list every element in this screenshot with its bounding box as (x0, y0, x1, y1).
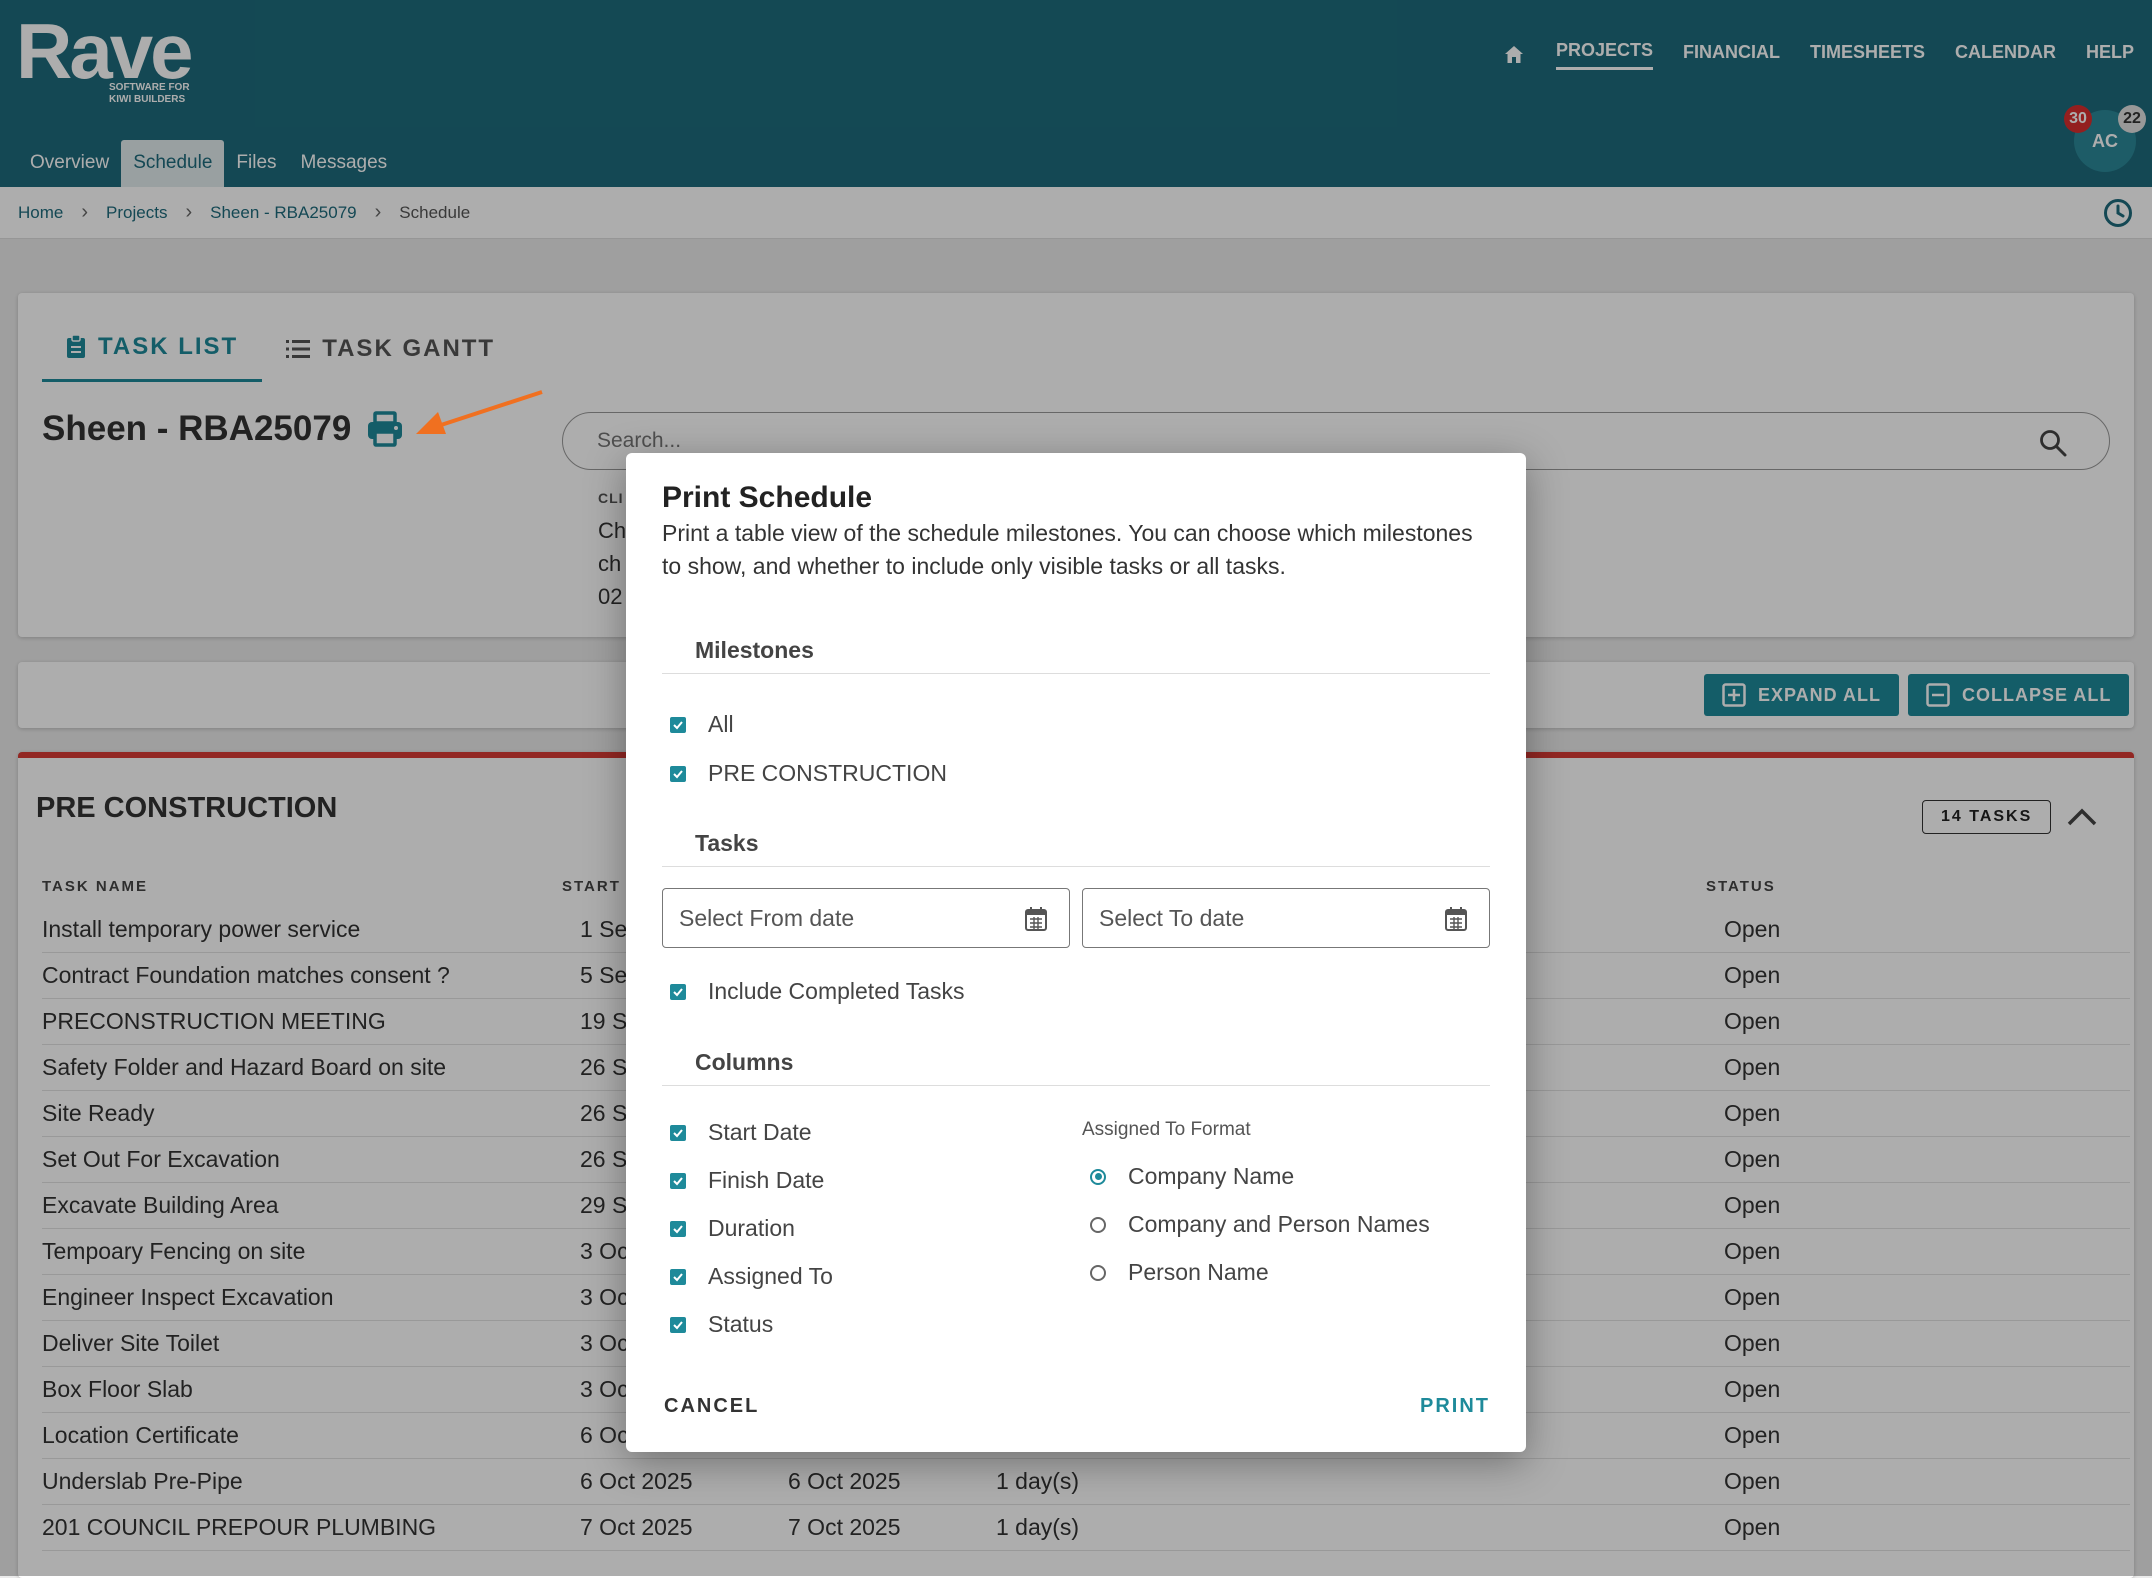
column-checkbox-start-date[interactable]: Start Date (670, 1119, 812, 1146)
checkbox-checked-icon[interactable] (670, 716, 686, 733)
dialog-description: Print a table view of the schedule miles… (662, 520, 1473, 579)
milestone-label: PRE CONSTRUCTION (708, 760, 947, 786)
to-date-input[interactable]: Select To date (1082, 888, 1490, 948)
column-checkbox-finish-date[interactable]: Finish Date (670, 1167, 824, 1194)
checkbox-checked-icon[interactable] (670, 1316, 686, 1333)
include-completed-label: Include Completed Tasks (708, 978, 965, 1004)
calendar-icon[interactable] (1025, 907, 1047, 931)
column-option-label: Assigned To (708, 1263, 833, 1289)
radio-label: Company Name (1128, 1163, 1295, 1189)
from-date-input[interactable]: Select From date (662, 888, 1070, 948)
columns-heading: Columns (662, 1023, 1490, 1086)
radio-label: Company and Person Names (1128, 1211, 1430, 1237)
column-checkbox-assigned-to[interactable]: Assigned To (670, 1263, 833, 1290)
column-checkbox-duration[interactable]: Duration (670, 1215, 795, 1242)
dialog-title: Print Schedule (662, 481, 873, 514)
column-option-label: Finish Date (708, 1167, 825, 1193)
column-option-label: Start Date (708, 1119, 812, 1145)
column-option-label: Status (708, 1311, 774, 1337)
radio-unselected-icon[interactable] (1090, 1216, 1106, 1233)
column-checkbox-status[interactable]: Status (670, 1311, 773, 1338)
annotation-arrow-icon (416, 390, 543, 434)
columns-heading-text: Columns (695, 1049, 794, 1075)
checkbox-checked-icon[interactable] (670, 983, 686, 1000)
to-date-placeholder: Select To date (1099, 904, 1245, 931)
tasks-heading-text: Tasks (695, 830, 759, 856)
checkbox-checked-icon[interactable] (670, 1124, 686, 1141)
cancel-button[interactable]: CANCEL (664, 1395, 759, 1418)
print-schedule-dialog: Print Schedule Print a table view of the… (626, 453, 1526, 1452)
calendar-icon[interactable] (1445, 907, 1467, 931)
print-button[interactable]: PRINT (1420, 1395, 1490, 1418)
milestone-label: All (708, 711, 734, 737)
radio-company-and-person-names[interactable]: Company and Person Names (1090, 1211, 1430, 1238)
milestone-checkbox-pre-construction[interactable]: PRE CONSTRUCTION (670, 760, 947, 787)
from-date-placeholder: Select From date (679, 904, 855, 931)
radio-label: Person Name (1128, 1259, 1269, 1285)
milestone-checkbox-all[interactable]: All (670, 711, 734, 738)
radio-person-name[interactable]: Person Name (1090, 1259, 1269, 1286)
column-option-label: Duration (708, 1215, 795, 1241)
checkbox-checked-icon[interactable] (670, 1268, 686, 1285)
checkbox-checked-icon[interactable] (670, 1220, 686, 1237)
milestones-heading: Milestones (662, 611, 1490, 674)
radio-company-name[interactable]: Company Name (1090, 1163, 1294, 1190)
include-completed-checkbox[interactable]: Include Completed Tasks (670, 978, 965, 1005)
milestones-heading-text: Milestones (695, 637, 814, 663)
checkbox-checked-icon[interactable] (670, 1172, 686, 1189)
assigned-format-label: Assigned To Format (1082, 1119, 1251, 1140)
tasks-heading: Tasks (662, 804, 1490, 867)
radio-unselected-icon[interactable] (1090, 1264, 1106, 1281)
radio-selected-icon[interactable] (1090, 1168, 1106, 1185)
checkbox-checked-icon[interactable] (670, 765, 686, 782)
